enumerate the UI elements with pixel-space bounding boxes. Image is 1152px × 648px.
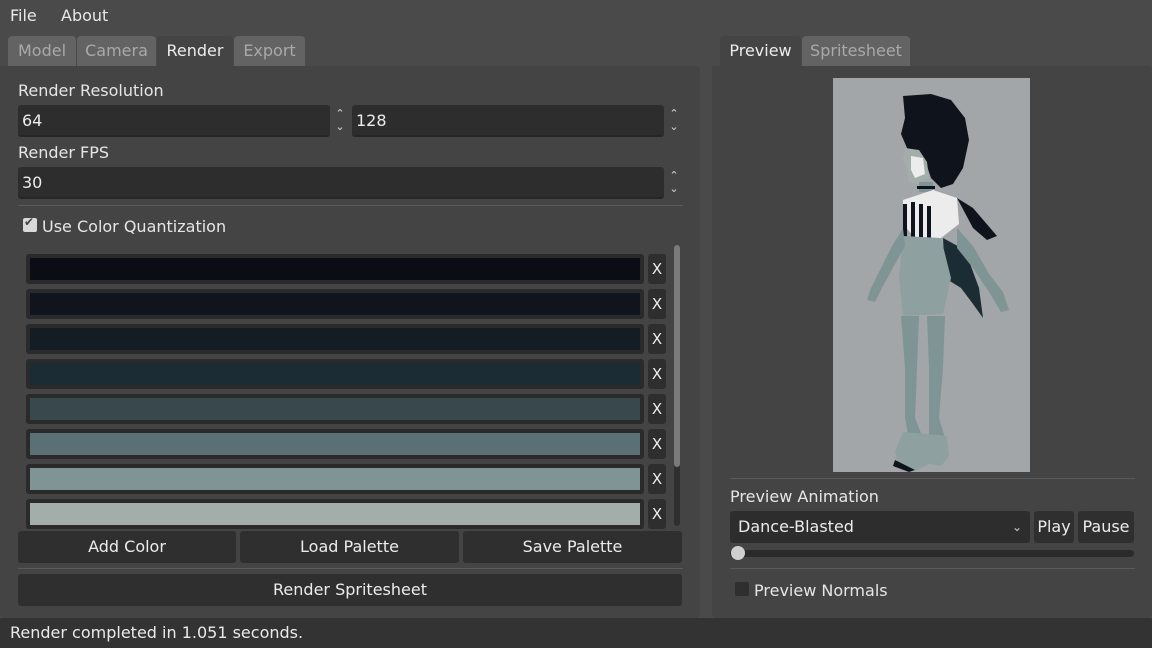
palette-swatch[interactable] — [26, 359, 644, 389]
spinbox-up-down-icon[interactable]: ⌃ ⌄ — [332, 107, 348, 139]
preview-normals-checkbox[interactable] — [735, 582, 749, 596]
spinbox-up-down-icon[interactable]: ⌃ ⌄ — [666, 169, 682, 201]
color-swatch-fill — [30, 433, 640, 455]
palette-swatch[interactable] — [26, 324, 644, 354]
remove-color-button[interactable]: X — [648, 464, 666, 494]
remove-color-button[interactable]: X — [648, 429, 666, 459]
color-swatch-fill — [30, 363, 640, 385]
tab-render[interactable]: Render — [157, 36, 233, 66]
resolution-width-input[interactable]: 64 — [18, 105, 330, 137]
preview-normals-label: Preview Normals — [754, 581, 888, 600]
menu-file[interactable]: File — [10, 6, 37, 25]
tab-model[interactable]: Model — [8, 36, 76, 66]
color-swatch-fill — [30, 258, 640, 280]
divider — [18, 568, 683, 569]
play-button[interactable]: Play — [1034, 511, 1074, 543]
tab-export[interactable]: Export — [234, 36, 305, 66]
use-color-quantization-label: Use Color Quantization — [42, 217, 227, 236]
render-fps-input[interactable]: 30 — [18, 167, 664, 199]
color-swatch-fill — [30, 468, 640, 490]
tab-camera[interactable]: Camera — [77, 36, 156, 66]
remove-color-button[interactable]: X — [648, 289, 666, 319]
render-resolution-label: Render Resolution — [18, 81, 164, 100]
menu-about[interactable]: About — [61, 6, 108, 25]
status-text: Render completed in 1.051 seconds. — [10, 623, 304, 642]
remove-color-button[interactable]: X — [648, 359, 666, 389]
divider — [730, 478, 1135, 479]
palette-scrollbar-thumb[interactable] — [674, 245, 680, 467]
color-swatch-fill — [30, 398, 640, 420]
palette-swatch[interactable] — [26, 499, 644, 529]
resolution-height-input[interactable]: 128 — [352, 105, 664, 137]
remove-color-button[interactable]: X — [648, 324, 666, 354]
tab-spritesheet[interactable]: Spritesheet — [802, 36, 910, 66]
remove-color-button[interactable]: X — [648, 394, 666, 424]
palette-swatch[interactable] — [26, 254, 644, 284]
animation-timeline-slider[interactable] — [730, 550, 1134, 557]
color-swatch-fill — [30, 328, 640, 350]
color-swatch-fill — [30, 293, 640, 315]
preview-animation-value: Dance-Blasted — [738, 517, 854, 536]
preview-animation-label: Preview Animation — [730, 487, 879, 506]
palette-scrollbar[interactable] — [674, 245, 680, 526]
timeline-slider-handle[interactable] — [731, 546, 745, 560]
palette-swatch[interactable] — [26, 464, 644, 494]
render-fps-label: Render FPS — [18, 143, 110, 162]
pause-button[interactable]: Pause — [1078, 511, 1134, 543]
use-color-quantization-checkbox[interactable] — [23, 215, 37, 232]
chevron-down-icon: ⌄ — [1011, 520, 1022, 534]
remove-color-button[interactable]: X — [648, 499, 666, 529]
render-spritesheet-button[interactable]: Render Spritesheet — [18, 574, 682, 606]
remove-color-button[interactable]: X — [648, 254, 666, 284]
save-palette-button[interactable]: Save Palette — [463, 531, 682, 563]
character-sprite-image — [867, 94, 1009, 472]
color-swatch-fill — [30, 503, 640, 525]
menu-bar: File About — [0, 0, 1152, 32]
palette-swatch[interactable] — [26, 429, 644, 459]
preview-animation-select[interactable]: Dance-Blasted ⌄ — [730, 511, 1030, 543]
divider — [730, 568, 1135, 569]
divider — [18, 205, 683, 206]
palette-swatch[interactable] — [26, 289, 644, 319]
add-color-button[interactable]: Add Color — [18, 531, 236, 563]
sprite-preview-viewport — [833, 78, 1030, 472]
status-bar: Render completed in 1.051 seconds. — [0, 618, 1152, 648]
tab-preview[interactable]: Preview — [720, 36, 801, 66]
load-palette-button[interactable]: Load Palette — [240, 531, 459, 563]
palette-swatch[interactable] — [26, 394, 644, 424]
spinbox-up-down-icon[interactable]: ⌃ ⌄ — [666, 107, 682, 139]
